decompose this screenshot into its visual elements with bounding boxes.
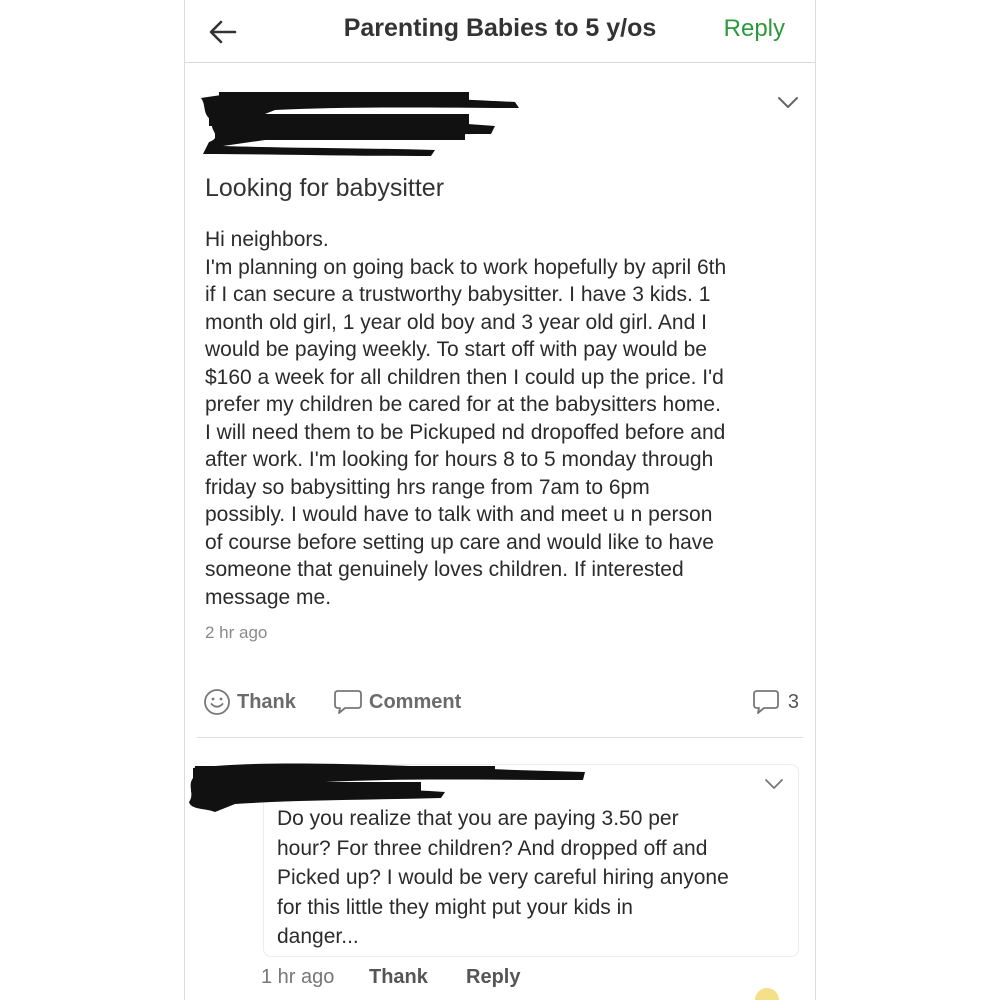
comment-count-value: 3: [787, 690, 799, 713]
post-body-line: would be paying weekly. To start off wit…: [205, 338, 707, 361]
reply-text-line: for this little they might put your kids…: [277, 895, 633, 919]
comment-button[interactable]: Comment: [333, 688, 461, 716]
redacted-author-name: [201, 92, 519, 156]
reply-thank-button[interactable]: Thank: [369, 966, 428, 989]
reply-reply-button[interactable]: Reply: [466, 966, 520, 989]
reply-text: Do you realize that you are paying 3.50 …: [277, 804, 777, 952]
post-body-line: of course before setting up care and wou…: [205, 530, 714, 554]
post-body-line: friday so babysitting hrs range from 7am…: [205, 475, 650, 499]
post-options-chevron-icon[interactable]: [777, 96, 799, 110]
top-bar: Parenting Babies to 5 y/os Reply: [185, 0, 815, 63]
reply-text-line: Picked up? I would be very careful hirin…: [277, 866, 729, 889]
thank-button[interactable]: Thank: [203, 688, 296, 716]
reply-text-line: hour? For three children? And dropped of…: [277, 836, 708, 860]
post-body-line: if I can secure a trustworthy babysitter…: [205, 283, 711, 306]
comment-count-icon: [752, 690, 779, 714]
post-body-line: I'm planning on going back to work hopef…: [205, 255, 727, 279]
page-title: Parenting Babies to 5 y/os: [343, 14, 657, 42]
post-body-line: message me.: [205, 585, 332, 609]
comment-label: Comment: [369, 690, 462, 713]
post-body-line: someone that genuinely loves children. I…: [205, 558, 684, 581]
post-body-line: $160 a week for all children then I coul…: [205, 365, 724, 389]
reply-options-chevron-icon[interactable]: [763, 778, 785, 792]
header-reply-button[interactable]: Reply: [724, 15, 785, 43]
post-body-line: after work. I'm looking for hours 8 to 5…: [205, 448, 714, 471]
app-frame: Parenting Babies to 5 y/os Reply Looking…: [184, 0, 816, 1000]
post-body: Hi neighbors. I'm planning on going back…: [205, 226, 805, 611]
post-body-line: Hi neighbors.: [205, 228, 329, 251]
post-body-line: prefer my children be cared for at the b…: [205, 393, 721, 416]
post-title: Looking for babysitter: [205, 174, 445, 202]
thank-label: Thank: [237, 690, 296, 713]
comment-count[interactable]: 3: [752, 688, 799, 716]
post-body-line: month old girl, 1 year old boy and 3 yea…: [205, 310, 707, 334]
avatar-partial: [755, 988, 779, 1000]
post-body-line: possibly. I would have to talk with and …: [205, 503, 713, 526]
section-divider: [197, 737, 803, 738]
reply-text-line: danger...: [277, 925, 359, 948]
reply-text-line: Do you realize that you are paying 3.50 …: [277, 807, 679, 830]
post-body-line: I will need them to be Pickuped nd dropo…: [205, 420, 726, 444]
smiley-icon: [204, 689, 230, 715]
reply-timestamp: 1 hr ago: [261, 966, 335, 988]
comment-bubble-icon: [334, 690, 362, 714]
post-timestamp: 2 hr ago: [205, 623, 268, 642]
